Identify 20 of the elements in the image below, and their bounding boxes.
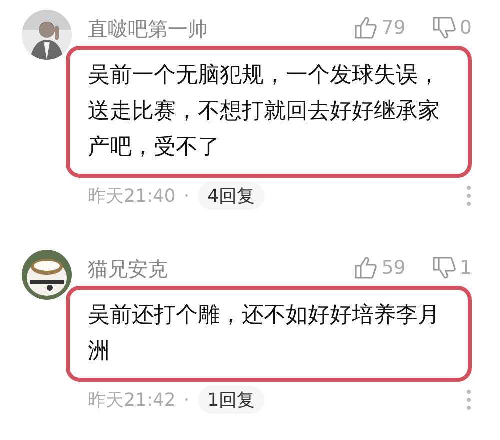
- separator-dot: ·: [184, 186, 190, 206]
- dislike-count: 0: [460, 17, 472, 39]
- comment-text: 吴前还打个雕，还不如好好培养李月洲: [66, 286, 472, 382]
- timestamp: 昨天21:42: [88, 389, 176, 412]
- comment-text: 吴前一个无脑犯规，一个发球失误，送走比赛，不想打就回去好好继承家产吧，受不了: [66, 46, 472, 178]
- thumbs-down-icon[interactable]: [432, 256, 456, 280]
- replies-link[interactable]: 4回复: [198, 182, 266, 210]
- more-icon[interactable]: [466, 185, 472, 207]
- thumbs-up-icon[interactable]: [354, 256, 378, 280]
- user-name[interactable]: 直啵吧第一帅: [88, 16, 354, 43]
- timestamp: 昨天21:40: [88, 185, 176, 208]
- like-count: 79: [382, 17, 406, 39]
- user-name[interactable]: 猫兄安克: [88, 256, 354, 283]
- thumbs-down-icon[interactable]: [432, 16, 456, 40]
- more-icon[interactable]: [466, 389, 472, 411]
- thumbs-up-icon[interactable]: [354, 16, 378, 40]
- separator-dot: ·: [184, 390, 190, 410]
- like-count: 59: [382, 257, 406, 279]
- dislike-count: 1: [460, 257, 472, 279]
- replies-link[interactable]: 1回复: [198, 386, 266, 414]
